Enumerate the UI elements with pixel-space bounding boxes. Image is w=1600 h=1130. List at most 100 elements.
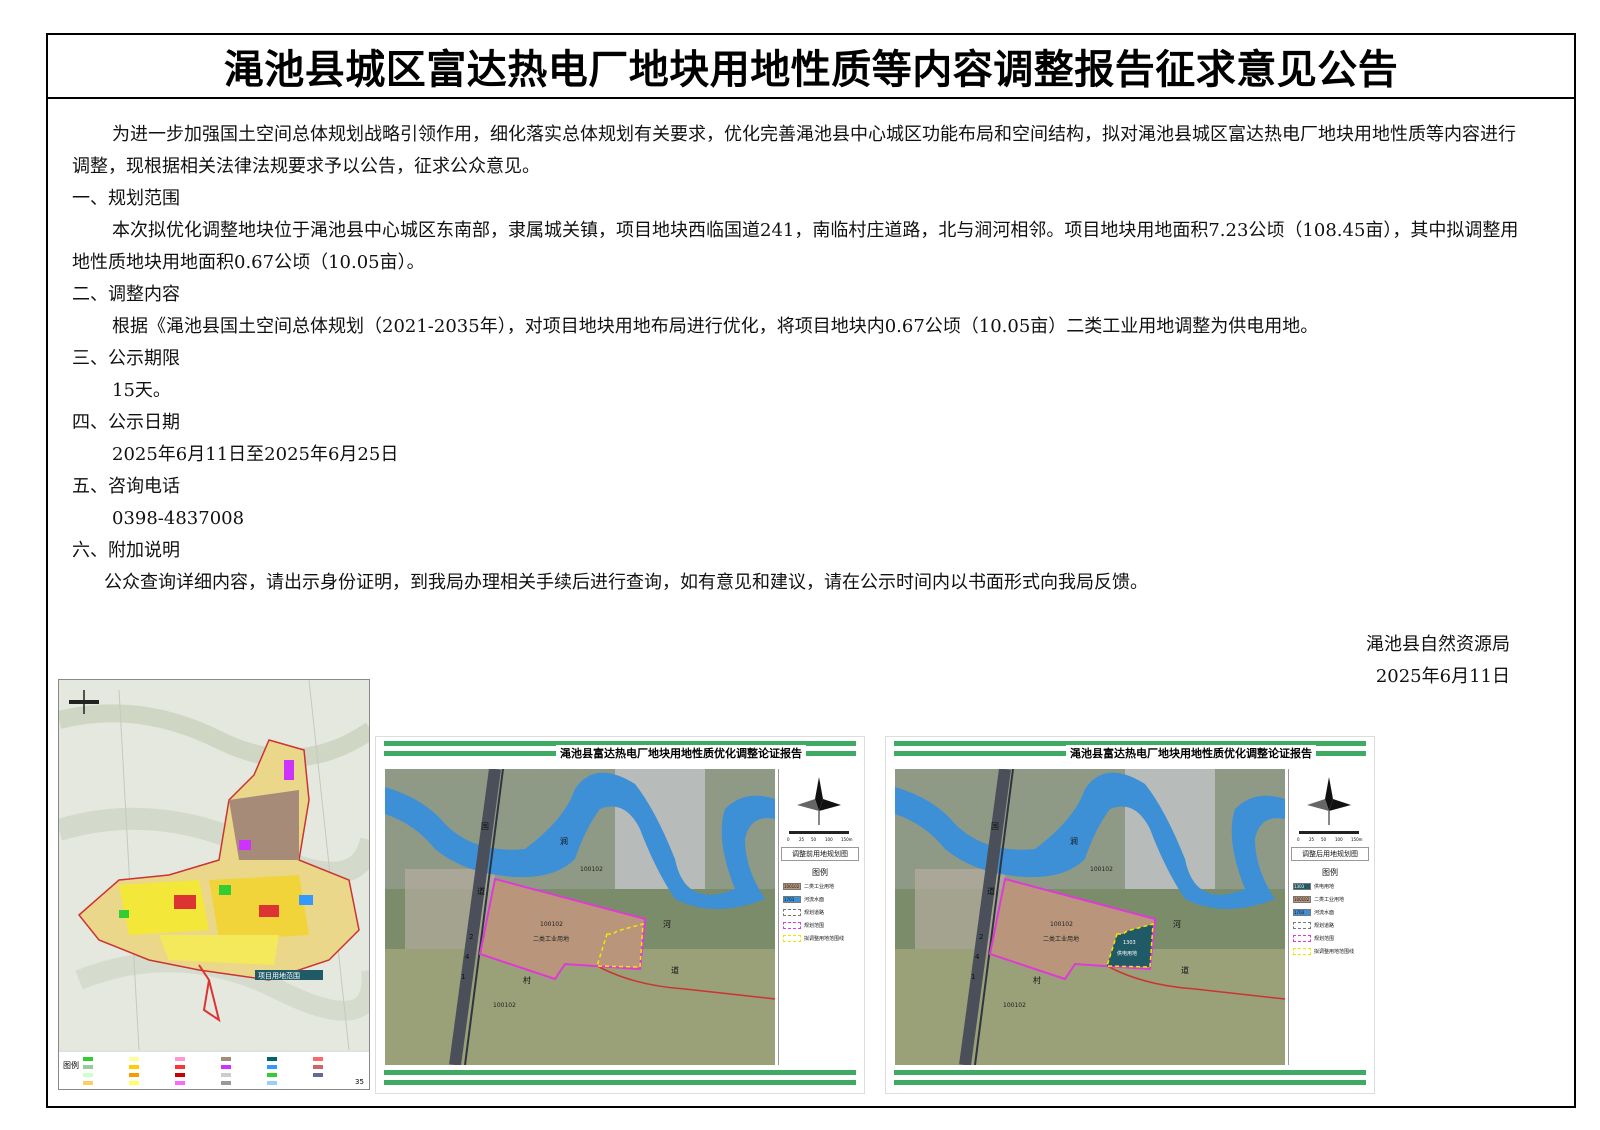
before-legend-item: 规划道路: [783, 909, 824, 916]
after-legend-label-5: 规划范围: [1314, 936, 1335, 942]
before-scale-1: 25: [799, 837, 805, 842]
section-heading-dates: 四、公示日期: [72, 412, 180, 433]
overview-page-number: 35: [355, 1078, 364, 1086]
after-north-code: 100102: [1090, 866, 1113, 873]
signature-org: 渑池县自然资源局: [1366, 634, 1510, 655]
after-river-char-2: 河: [1173, 919, 1181, 929]
after-legend-label-6: 拟调整用地范围线: [1314, 949, 1355, 955]
section-heading-content: 二、调整内容: [72, 284, 180, 305]
before-board-title: 渑池县富达热电厂地块用地性质优化调整论证报告: [556, 745, 806, 761]
after-scale-3: 100: [1335, 837, 1343, 842]
section-heading-notes: 六、附加说明: [72, 540, 180, 561]
section-heading-scope: 一、规划范围: [72, 188, 180, 209]
after-legend-item: 拟调整用地范围线: [1293, 948, 1354, 955]
after-legend-subtitle: 调整后用地规划图: [1291, 847, 1369, 861]
after-legend-title: 图例: [1322, 868, 1338, 877]
after-south-code: 100102: [1003, 1002, 1026, 1009]
section-body-dates: 2025年6月11日至2025年6月25日: [112, 444, 399, 465]
after-road-char-5: 1: [971, 973, 975, 981]
before-legend-item: 100102 二类工业用地: [783, 883, 834, 890]
after-legend-item: 规划范围: [1293, 935, 1334, 942]
section-heading-phone: 五、咨询电话: [72, 476, 180, 497]
before-map-graphic: 100102 二类工业用地 100102 100102 涧 河 国 道 2 4 …: [385, 769, 775, 1065]
section-body-content: 根据《渑池县国土空间总体规划（2021-2035年），对项目地块用地布局进行优化…: [112, 316, 1319, 337]
after-board-title: 渑池县富达热电厂地块用地性质优化调整论证报告: [1066, 745, 1316, 761]
before-plan-map: 100102 二类工业用地 100102 100102 涧 河 国 道 2 4 …: [385, 769, 775, 1065]
after-scale-0: 0: [1297, 837, 1300, 842]
section-body-period: 15天。: [112, 380, 171, 401]
after-legend-item: 100102 二类工业用地: [1293, 896, 1344, 903]
page-title: 渑池县城区富达热电厂地块用地性质等内容调整报告征求意见公告: [223, 47, 1399, 93]
section-body-scope: 本次拟优化调整地块位于渑池县中心城区东南部，隶属城关镇，项目地块西临国道241，…: [72, 220, 1519, 273]
overview-map-graphic: 项目用地范围 图例 35: [59, 680, 369, 1089]
after-road-char-2: 道: [987, 886, 995, 896]
before-south-code: 100102: [493, 1002, 516, 1009]
after-new-code: 1303: [1123, 940, 1136, 946]
after-road-char-4: 4: [975, 953, 980, 961]
after-legend-item: 1303 供电用地: [1293, 883, 1334, 890]
after-map-graphic: 100102 二类工业用地 1303 供电用地 100102 100102 涧 …: [895, 769, 1285, 1065]
before-river-char-2: 河: [663, 919, 671, 929]
intro-paragraph: 为进一步加强国土空间总体规划战略引领作用，细化落实总体规划有关要求，优化完善渑池…: [72, 124, 1516, 177]
after-legend-item: 1703 河流水面: [1293, 909, 1334, 916]
after-plan-board: 渑池县富达热电厂地块用地性质优化调整论证报告 100102 二类工业用地 130…: [885, 736, 1375, 1094]
before-road-char-4: 4: [465, 953, 470, 961]
section-heading-period: 三、公示期限: [72, 348, 180, 369]
before-river-char-1: 涧: [560, 837, 568, 846]
after-scale-1: 25: [1309, 837, 1315, 842]
after-road-char-3: 2: [979, 933, 983, 941]
before-legend-title: 图例: [812, 868, 828, 877]
after-parcel-label: 二类工业用地: [1043, 935, 1079, 943]
before-scale-3: 100: [825, 837, 833, 842]
before-compass: 0 25 50 100 150m: [787, 777, 853, 842]
before-road-char-2: 道: [477, 886, 485, 896]
before-legend-swatch-1: 100102: [783, 883, 801, 890]
before-legend: 0 25 50 100 150m 调整前用地规划图 图例 100102 二类工业用…: [778, 769, 860, 1065]
before-plan-board: 渑池县富达热电厂地块用地性质优化调整论证报告 100102 二类工业用地 100…: [375, 736, 865, 1094]
before-legend-label-1: 二类工业用地: [804, 884, 835, 890]
after-road-char-1: 国: [991, 822, 999, 831]
title-bar: 渑池县城区富达热电厂地块用地性质等内容调整报告征求意见公告: [48, 35, 1574, 99]
notice-body: 为进一步加强国土空间总体规划战略引领作用，细化落实总体规划有关要求，优化完善渑池…: [72, 119, 1522, 599]
before-legend-subtitle: 调整前用地规划图: [781, 847, 859, 861]
after-legend: 0 25 50 100 150m 调整后用地规划图 图例 1303 供电用地 10…: [1288, 769, 1370, 1065]
after-legend-swatch-2: 100102: [1293, 896, 1311, 903]
before-scale-0: 0: [787, 837, 790, 842]
before-road-char-5: 1: [461, 973, 465, 981]
before-legend-label-4: 规划范围: [804, 923, 825, 929]
overview-project-label: 项目用地范围: [258, 971, 300, 980]
after-village-char-1: 村: [1033, 975, 1041, 985]
after-plan-map: 100102 二类工业用地 1303 供电用地 100102 100102 涧 …: [895, 769, 1285, 1065]
signature-date: 2025年6月11日: [1375, 666, 1510, 687]
before-legend-item: 规划范围: [783, 922, 824, 929]
after-river-char-1: 涧: [1070, 837, 1078, 846]
before-parcel-label: 二类工业用地: [533, 935, 569, 943]
before-north-code: 100102: [580, 866, 603, 873]
before-legend-label-3: 规划道路: [804, 910, 825, 916]
before-parcel-code: 100102: [540, 921, 563, 928]
before-legend-item: 1703 河流水面: [783, 896, 824, 903]
before-village-char-1: 村: [523, 975, 531, 985]
after-parcel-code: 100102: [1050, 921, 1073, 928]
after-legend-item: 规划道路: [1293, 922, 1334, 929]
after-legend-label-3: 河流水面: [1314, 910, 1335, 916]
before-legend-item: 拟调整用地范围线: [783, 935, 844, 942]
after-legend-label-4: 规划道路: [1314, 923, 1335, 929]
before-road-char-1: 国: [481, 822, 489, 831]
after-village-char-2: 道: [1181, 965, 1189, 975]
after-scale-4: 150m: [1351, 837, 1363, 842]
after-legend-swatch-1: 1303: [1293, 883, 1311, 890]
overview-map-image: 项目用地范围 图例 35: [58, 679, 370, 1090]
section-body-notes: 公众查询详细内容，请出示身份证明，到我局办理相关手续后进行查询，如有意见和建议，…: [104, 572, 1148, 593]
after-legend-swatch-3: 1703: [1293, 909, 1311, 916]
before-legend-label-5: 拟调整用地范围线: [804, 936, 845, 942]
signature-block: 渑池县自然资源局 2025年6月11日: [1366, 629, 1510, 693]
before-legend-label-2: 河流水面: [804, 897, 825, 903]
overview-legend-title: 图例: [63, 1060, 79, 1070]
before-road-char-3: 2: [469, 933, 473, 941]
section-body-phone: 0398-4837008: [112, 508, 245, 529]
after-legend-label-1: 供电用地: [1314, 884, 1335, 890]
after-new-label: 供电用地: [1117, 950, 1137, 957]
before-legend-swatch-2: 1703: [783, 896, 801, 903]
before-village-char-2: 道: [671, 965, 679, 975]
